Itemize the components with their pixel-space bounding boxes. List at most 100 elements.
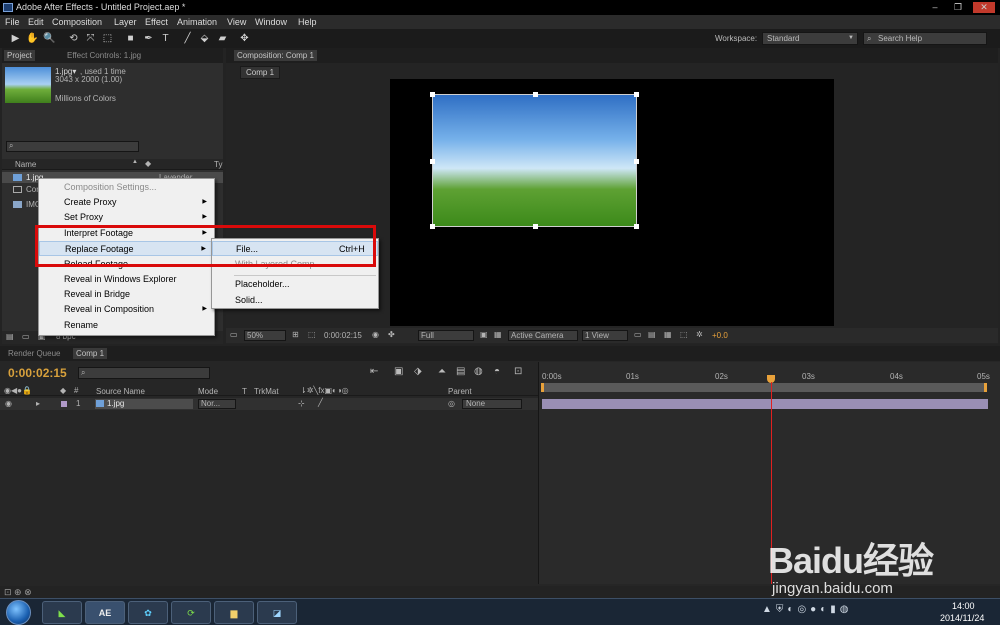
- taskbar-folder-icon[interactable]: ▆: [214, 601, 254, 624]
- transform-handle[interactable]: [430, 92, 435, 97]
- col-mode[interactable]: Mode: [198, 387, 218, 396]
- parent-select[interactable]: None: [462, 399, 522, 409]
- selection-tool-icon[interactable]: ▶: [9, 32, 22, 45]
- transparency-grid-icon[interactable]: ▦: [494, 330, 502, 339]
- brush-tool-icon[interactable]: ╱: [181, 32, 194, 45]
- taskbar-app-icon[interactable]: ◪: [257, 601, 297, 624]
- project-search-input[interactable]: ⌕: [6, 141, 139, 152]
- graph-editor-icon[interactable]: ◓: [494, 366, 500, 377]
- flowchart-icon[interactable]: ⬚: [680, 330, 688, 339]
- layer-mode-select[interactable]: Nor...: [198, 399, 236, 409]
- exposure-icon[interactable]: ✲: [696, 330, 703, 339]
- transform-handle[interactable]: [533, 92, 538, 97]
- menu-file[interactable]: File: [5, 17, 20, 27]
- menu-reveal-in-explorer[interactable]: Reveal in Windows Explorer: [39, 272, 214, 287]
- menu-composition[interactable]: Composition: [52, 17, 102, 27]
- type-tool-icon[interactable]: T: [159, 32, 172, 45]
- camera-select[interactable]: Active Camera: [508, 330, 578, 341]
- transform-handle[interactable]: [533, 224, 538, 229]
- menu-layer[interactable]: Layer: [114, 17, 137, 27]
- always-preview-icon[interactable]: ▭: [230, 330, 238, 339]
- comp-mini-flowchart-icon[interactable]: ⇤: [370, 366, 378, 377]
- clock-time[interactable]: 14:00: [952, 601, 975, 611]
- menu-view[interactable]: View: [227, 17, 246, 27]
- quality-icon[interactable]: ╱: [318, 398, 323, 407]
- puppet-tool-icon[interactable]: ✥: [238, 32, 251, 45]
- menu-help[interactable]: Help: [298, 17, 317, 27]
- comp-timecode[interactable]: 0:00:02:15: [324, 331, 362, 340]
- footage-layer-image[interactable]: [430, 92, 639, 229]
- menu-reveal-in-bridge[interactable]: Reveal in Bridge: [39, 287, 214, 302]
- work-area-bar[interactable]: [541, 383, 987, 392]
- comp-viewer[interactable]: [390, 79, 834, 326]
- interpret-footage-icon[interactable]: ▤: [6, 332, 14, 341]
- camera-tool-icon[interactable]: ⤧: [84, 32, 97, 45]
- live-update-icon[interactable]: ▣: [394, 366, 403, 377]
- pen-tool-icon[interactable]: ✒: [142, 32, 155, 45]
- region-of-interest-icon[interactable]: ▣: [480, 330, 488, 339]
- timeline-icon[interactable]: ▦: [664, 330, 672, 339]
- tab-effect-controls[interactable]: Effect Controls: 1.jpg: [64, 50, 144, 61]
- menu-placeholder[interactable]: Placeholder...: [212, 277, 378, 292]
- tab-composition[interactable]: Composition: Comp 1: [234, 50, 317, 61]
- taskbar-nvidia-icon[interactable]: ◣: [42, 601, 82, 624]
- rotate-tool-icon[interactable]: ⟲: [67, 32, 80, 45]
- comp-subtab[interactable]: Comp 1: [240, 66, 281, 79]
- eye-icon[interactable]: ◉: [5, 399, 12, 408]
- snapshot-icon[interactable]: ◉: [372, 330, 379, 339]
- hand-tool-icon[interactable]: ✋: [26, 32, 39, 45]
- menu-set-proxy[interactable]: Set Proxy ▶: [39, 210, 214, 225]
- tab-project[interactable]: Project: [4, 50, 35, 61]
- col-type[interactable]: Ty: [214, 160, 222, 169]
- eraser-tool-icon[interactable]: ▰: [216, 32, 229, 45]
- expand-arrow-icon[interactable]: ▸: [36, 399, 40, 408]
- timeline-search-input[interactable]: ⌕: [78, 367, 210, 379]
- search-help-input[interactable]: ⌕ Search Help: [863, 32, 987, 45]
- exposure-value[interactable]: +0.0: [712, 331, 728, 340]
- grid-icon[interactable]: ⊞: [292, 330, 299, 339]
- transform-handle[interactable]: [634, 159, 639, 164]
- mask-visibility-icon[interactable]: ⬚: [308, 330, 316, 339]
- brainstorm-icon[interactable]: ⊡: [514, 366, 522, 377]
- zoom-tool-icon[interactable]: 🔍: [43, 32, 56, 45]
- color-channel-icon[interactable]: ✤: [388, 330, 395, 339]
- system-tray-icons[interactable]: ▲⛨◐◎●◐▮◍: [762, 604, 852, 615]
- anchor-icon[interactable]: ⊹: [298, 399, 305, 408]
- views-select[interactable]: 1 View: [582, 330, 628, 341]
- col-parent[interactable]: Parent: [448, 387, 472, 396]
- close-button[interactable]: ✕: [973, 2, 995, 13]
- label-color-swatch[interactable]: [61, 401, 67, 407]
- tab-render-queue[interactable]: Render Queue: [5, 348, 63, 359]
- clock-date[interactable]: 2014/11/24: [940, 613, 984, 623]
- hide-shy-layers-icon[interactable]: ⏶: [438, 366, 446, 377]
- pan-behind-tool-icon[interactable]: ⬚: [101, 32, 114, 45]
- col-t[interactable]: T: [242, 387, 247, 396]
- layer-row[interactable]: ◉ ▸ 1 1.jpg Nor... ⊹ ╱ ◎ None: [0, 398, 538, 410]
- timeline-footer-icons[interactable]: ⊡ ⊕ ⊗: [4, 587, 32, 598]
- tab-comp[interactable]: Comp 1: [73, 348, 108, 359]
- menu-animation[interactable]: Animation: [177, 17, 217, 27]
- menu-window[interactable]: Window: [255, 17, 287, 27]
- timeline-timecode[interactable]: 0:00:02:15: [8, 366, 67, 380]
- taskbar-browser-icon[interactable]: ✿: [128, 601, 168, 624]
- clone-stamp-tool-icon[interactable]: ⬙: [198, 32, 211, 45]
- transform-handle[interactable]: [430, 224, 435, 229]
- start-button[interactable]: [6, 600, 31, 625]
- menu-edit[interactable]: Edit: [28, 17, 44, 27]
- menu-create-proxy[interactable]: Create Proxy ▶: [39, 195, 214, 210]
- transform-handle[interactable]: [634, 92, 639, 97]
- pick-whip-icon[interactable]: ◎: [448, 399, 455, 408]
- frame-blending-icon[interactable]: ▤: [456, 366, 465, 377]
- menu-rename[interactable]: Rename: [39, 318, 214, 333]
- taskbar-360-icon[interactable]: ⟳: [171, 601, 211, 624]
- motion-blur-icon[interactable]: ◍: [474, 366, 483, 377]
- transform-handle[interactable]: [430, 159, 435, 164]
- rectangle-tool-icon[interactable]: ■: [124, 32, 137, 45]
- layer-name-field[interactable]: 1.jpg: [95, 399, 193, 409]
- minimize-button[interactable]: –: [927, 2, 943, 13]
- toggle-pixel-aspect-icon[interactable]: ▭: [634, 330, 642, 339]
- menu-effect[interactable]: Effect: [145, 17, 168, 27]
- draft-3d-icon[interactable]: ⬗: [414, 366, 422, 377]
- col-name[interactable]: Name: [15, 160, 36, 169]
- col-trkmat[interactable]: TrkMat: [254, 387, 279, 396]
